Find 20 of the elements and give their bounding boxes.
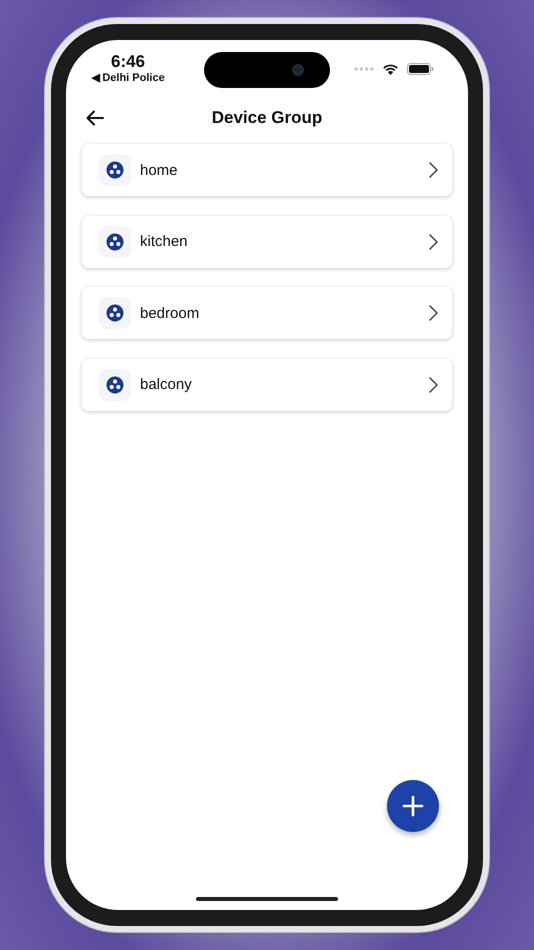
group-icon — [99, 368, 131, 400]
status-time: 6:46 — [110, 52, 146, 72]
back-to-app-link[interactable]: ◀ Delhi Police — [91, 72, 165, 85]
page-title: Device Group — [212, 108, 322, 128]
add-button[interactable] — [387, 780, 439, 832]
chevron-right-icon — [429, 162, 438, 178]
group-icon — [99, 226, 131, 258]
plus-icon — [402, 795, 424, 817]
chevron-right-icon — [429, 376, 438, 392]
group-icon — [99, 297, 131, 329]
chevron-right-icon — [429, 305, 438, 321]
device-group-item[interactable]: bedroom — [82, 287, 452, 339]
battery-icon — [407, 63, 434, 75]
wifi-icon — [382, 63, 399, 75]
device-group-item[interactable]: home — [82, 144, 452, 196]
signal-icon — [354, 67, 374, 71]
group-icon — [99, 154, 131, 186]
chevron-right-icon — [429, 234, 438, 250]
device-group-item[interactable]: balcony — [82, 358, 452, 410]
device-group-item[interactable]: kitchen — [82, 216, 452, 268]
